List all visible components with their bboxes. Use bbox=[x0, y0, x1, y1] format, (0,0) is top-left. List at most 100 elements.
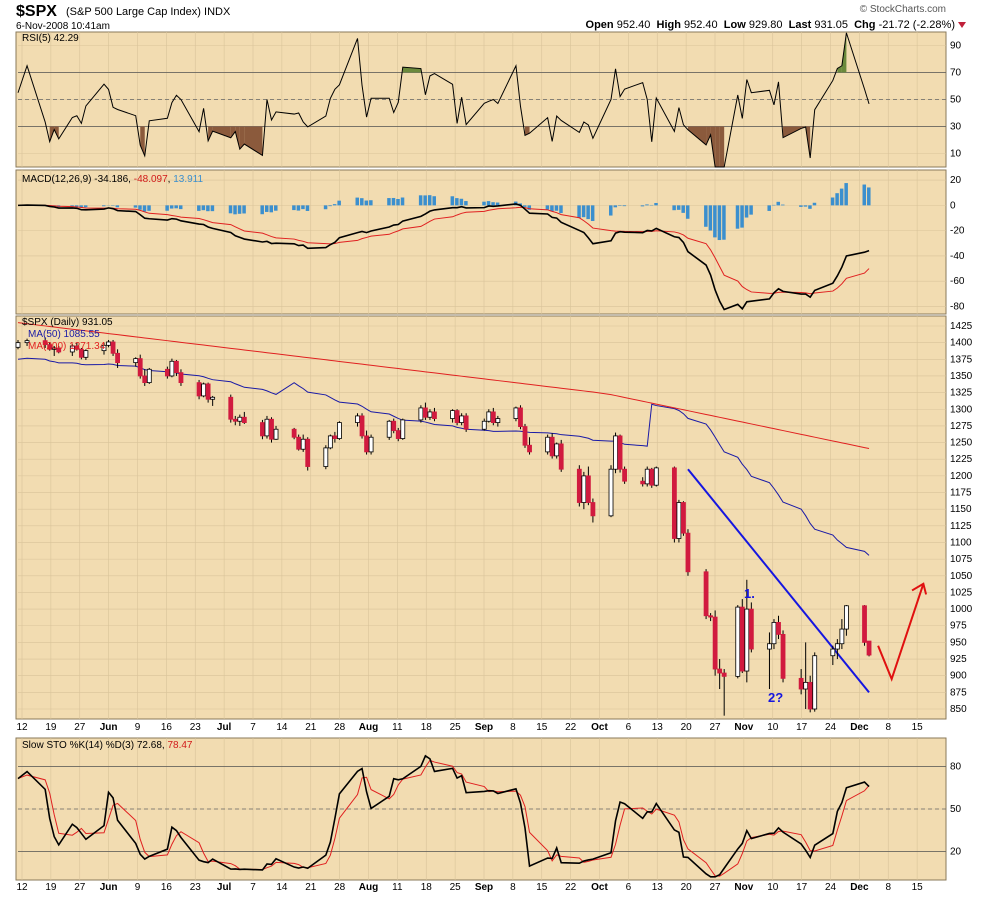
macd-hist-bar bbox=[169, 205, 174, 209]
candle-body bbox=[622, 468, 627, 482]
candle-body bbox=[201, 383, 207, 397]
candle-body bbox=[735, 606, 741, 677]
price-tick-label: 1350 bbox=[950, 371, 973, 382]
x-tick-label: 6 bbox=[626, 882, 632, 893]
x-tick-label: 28 bbox=[334, 722, 346, 733]
macd-tick-label: -20 bbox=[950, 226, 965, 237]
candle-body bbox=[862, 605, 867, 643]
candle-body bbox=[644, 468, 650, 485]
x-tick-label: 14 bbox=[276, 722, 288, 733]
candle-body bbox=[671, 467, 677, 539]
macd-hist-bar bbox=[237, 205, 242, 214]
x-tick-label: 25 bbox=[450, 722, 462, 733]
x-tick-label: 12 bbox=[16, 722, 28, 733]
candle-body bbox=[423, 407, 428, 418]
x-tick-label: 27 bbox=[74, 722, 86, 733]
x-tick-label: Sep bbox=[475, 722, 493, 733]
rsi-oversold-fill bbox=[715, 126, 720, 167]
price-tick-label: 1100 bbox=[950, 537, 972, 548]
candle-body bbox=[640, 480, 646, 485]
macd-hist-bar bbox=[102, 205, 106, 207]
candle-body bbox=[717, 668, 723, 674]
candle-body bbox=[676, 502, 682, 539]
candle-body bbox=[585, 475, 591, 503]
price-tick-label: 975 bbox=[950, 621, 967, 632]
macd-hist-bar bbox=[233, 205, 237, 215]
macd-hist-bar bbox=[491, 202, 495, 206]
macd-hist-bar bbox=[332, 204, 337, 206]
candle-body bbox=[834, 643, 840, 650]
sto-tick-label: 20 bbox=[950, 847, 962, 858]
macd-hist-bar bbox=[577, 205, 581, 219]
candle-body bbox=[744, 608, 750, 672]
x-tick-label: Aug bbox=[359, 722, 378, 733]
price-tick-label: 1050 bbox=[950, 571, 973, 582]
x-tick-label: 15 bbox=[536, 722, 548, 733]
price-tick-label: 1025 bbox=[950, 587, 973, 598]
x-tick-label: 15 bbox=[536, 882, 548, 893]
x-tick-label: Nov bbox=[734, 882, 753, 893]
candle-body bbox=[767, 643, 772, 650]
x-tick-label: 23 bbox=[190, 882, 202, 893]
candle-body bbox=[305, 438, 311, 467]
x-tick-label: 8 bbox=[510, 882, 516, 893]
price-tick-label: 1250 bbox=[950, 438, 973, 449]
macd-hist-bar bbox=[744, 205, 749, 218]
candle-body bbox=[395, 430, 401, 439]
candle-body bbox=[463, 415, 469, 430]
candle-body bbox=[513, 407, 519, 419]
candle-body bbox=[169, 360, 175, 377]
price-tick-label: 1400 bbox=[950, 338, 973, 349]
candle-body bbox=[273, 428, 279, 440]
macd-hist-bar bbox=[749, 205, 753, 215]
candle-body bbox=[237, 416, 243, 422]
x-tick-label: Jun bbox=[100, 882, 118, 893]
candle-body bbox=[839, 628, 845, 645]
candle-body bbox=[685, 532, 691, 573]
candle-body bbox=[518, 407, 523, 427]
macd-hist-bar bbox=[867, 187, 871, 206]
macd-tick-label: -80 bbox=[950, 301, 965, 312]
x-tick-label: Oct bbox=[591, 882, 608, 893]
x-tick-label: 24 bbox=[825, 722, 837, 733]
x-tick-label: 25 bbox=[450, 882, 462, 893]
macd-hist-bar bbox=[174, 205, 178, 209]
macd-hist-bar bbox=[717, 205, 722, 241]
macd-hist-bar bbox=[450, 196, 455, 206]
wave-label-1: 1. bbox=[744, 586, 755, 601]
sto-label: Slow STO %K(14) %D(3) 72.68, 78.47 bbox=[22, 740, 193, 751]
candle-body bbox=[15, 342, 21, 348]
candle-body bbox=[703, 571, 709, 617]
macd-hist-bar bbox=[396, 199, 400, 206]
rsi-label: RSI(5) 42.29 bbox=[22, 33, 79, 44]
macd-hist-bar bbox=[482, 201, 486, 206]
rsi-tick-label: 30 bbox=[950, 122, 962, 133]
macd-hist-bar bbox=[459, 198, 464, 206]
candle-body bbox=[300, 438, 306, 450]
price-tick-label: 1300 bbox=[950, 404, 973, 415]
candle-body bbox=[359, 415, 365, 437]
macd-hist-bar bbox=[844, 183, 848, 206]
candle-body bbox=[391, 420, 397, 431]
candle-body bbox=[196, 382, 202, 397]
price-tick-label: 925 bbox=[950, 654, 967, 665]
x-tick-label: 24 bbox=[825, 882, 837, 893]
macd-tick-label: 20 bbox=[950, 175, 962, 186]
macd-value: -34.186 bbox=[94, 174, 128, 185]
candle-body bbox=[332, 435, 338, 439]
candle-body bbox=[454, 410, 460, 423]
x-tick-label: 18 bbox=[421, 882, 433, 893]
x-tick-label: Aug bbox=[359, 882, 378, 893]
candle-body bbox=[776, 622, 781, 635]
macd-hist-bar bbox=[206, 205, 210, 212]
ma200-label: MA(200) 1271.34 bbox=[28, 341, 106, 352]
sto-tick-label: 50 bbox=[950, 804, 962, 815]
candle-body bbox=[146, 368, 152, 384]
candle-body bbox=[228, 396, 234, 420]
price-tick-label: 875 bbox=[950, 687, 967, 698]
x-tick-label: 27 bbox=[709, 722, 721, 733]
candle-body bbox=[400, 419, 406, 439]
macd-hist-bar bbox=[654, 202, 658, 206]
macd-hist-bar bbox=[387, 198, 391, 206]
macd-hist-bar bbox=[138, 205, 142, 210]
